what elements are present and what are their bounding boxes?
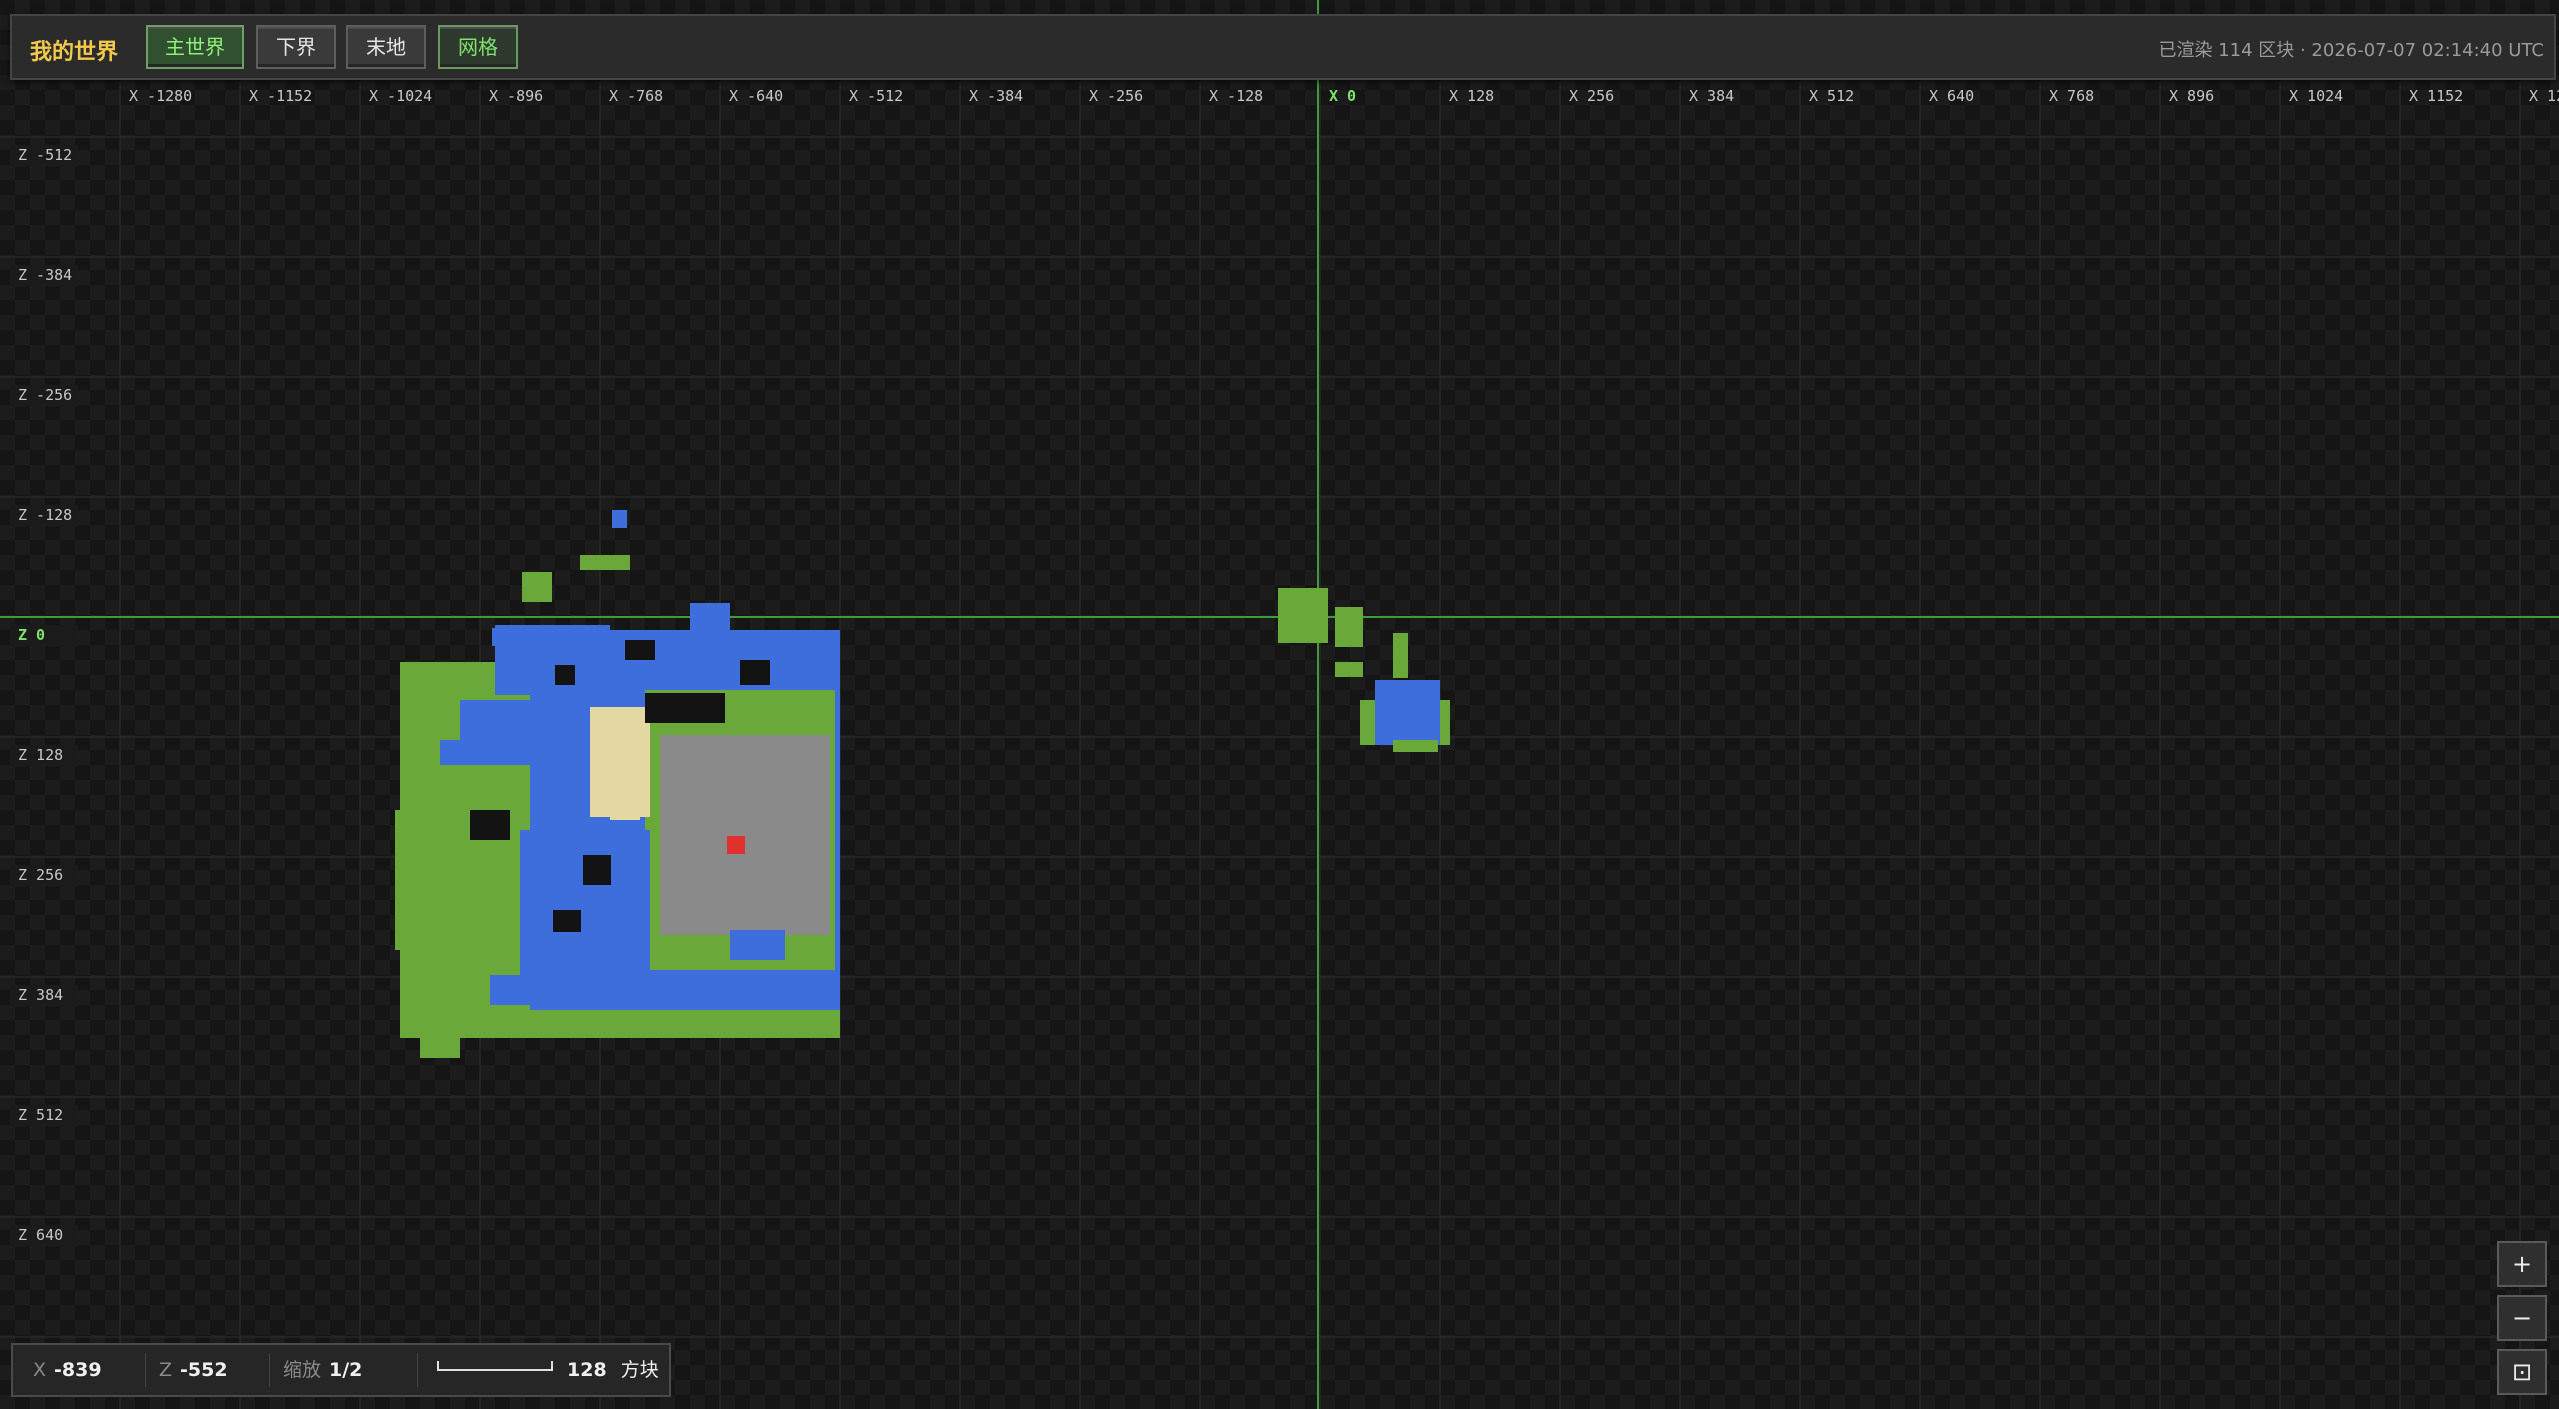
x-axis-label: X 1024 (2289, 87, 2343, 105)
x-axis-label: X 128 (1449, 87, 1494, 105)
scale-readout: 128 方块 (567, 1345, 659, 1395)
divider (417, 1353, 418, 1387)
z-axis-label: Z -256 (18, 386, 72, 404)
tab-the-end[interactable]: 末地 (346, 25, 426, 69)
z-axis-label: Z -384 (18, 266, 72, 284)
render-status: 已渲染 114 区块 · 2026-07-07 02:14:40 UTC (2158, 40, 2544, 61)
x-axis-labels: X -1280 X -1152 X -1024 X -896 X -768 X -640 X… (129, 87, 2559, 105)
zoom-value: 1/2 (329, 1359, 363, 1381)
x-axis-label: X -512 (849, 87, 903, 105)
grass-terrain (580, 555, 630, 570)
water-terrain (612, 510, 627, 528)
grass-terrain (1335, 662, 1363, 677)
grass-terrain (1335, 607, 1363, 647)
zoom-out-button[interactable]: − (2497, 1295, 2547, 1341)
grid-toggle-button[interactable]: 网格 (438, 25, 518, 69)
unrendered-gap (645, 693, 725, 723)
grid-lines (0, 0, 2559, 1409)
x-axis-label: X 896 (2169, 87, 2214, 105)
x-axis-label: X -896 (489, 87, 543, 105)
grass-terrain (420, 1030, 460, 1058)
unrendered-gap (553, 910, 581, 932)
scale-value: 128 (567, 1359, 607, 1381)
x-axis-label: X 1152 (2409, 87, 2463, 105)
x-axis-label: X -768 (609, 87, 663, 105)
grass-terrain (410, 680, 460, 740)
unrendered-gap (470, 810, 510, 840)
divider (145, 1353, 146, 1387)
unrendered-gap (740, 660, 770, 685)
player-marker (727, 836, 745, 854)
water-terrain (690, 603, 730, 633)
z-axis-labels: Z -512 Z -384 Z -256 Z -128 Z 0 Z 128 Z 256 Z 3… (10, 145, 78, 1247)
grass-terrain (1278, 588, 1328, 643)
z-axis-label: Z 512 (18, 1106, 63, 1124)
unrendered-gap (583, 855, 611, 885)
x-axis-label: X -384 (969, 87, 1023, 105)
grass-terrain (395, 810, 425, 950)
scale-bar-graphic (437, 1361, 553, 1371)
x-axis-label: X 256 (1569, 87, 1614, 105)
reset-view-button[interactable]: ⊡ (2497, 1349, 2547, 1395)
z-axis-label: Z 128 (18, 746, 63, 764)
x-axis-label: X 384 (1689, 87, 1734, 105)
zoom-in-button[interactable]: + (2497, 1241, 2547, 1287)
grass-terrain (445, 1000, 490, 1035)
z-axis-label: Z 0 (18, 626, 45, 644)
grass-terrain (1393, 740, 1438, 752)
x-axis-label: X 640 (1929, 87, 1974, 105)
x-axis-label: X 768 (2049, 87, 2094, 105)
unrendered-gap (555, 665, 575, 685)
water-terrain (480, 975, 630, 1005)
x-axis-label: X 512 (1809, 87, 1854, 105)
top-toolbar: 我的世界 主世界 下界 末地 网格 已渲染 114 区块 · 2026-07-0… (10, 14, 2556, 80)
unrendered-gap (625, 640, 655, 660)
map-canvas[interactable]: X -1280 X -1152 X -1024 X -896 X -768 X -640 X… (0, 0, 2559, 1409)
z-axis-label: Z -512 (18, 146, 72, 164)
cursor-x-readout: X -839 (33, 1345, 102, 1395)
tab-nether[interactable]: 下界 (256, 25, 336, 69)
map-view[interactable]: X -1280 X -1152 X -1024 X -896 X -768 X -640 X… (0, 0, 2559, 1409)
coordinate-bar: X -839 Z -552 缩放 1/2 128 方块 (11, 1343, 671, 1397)
x-axis-label: X -640 (729, 87, 783, 105)
z-key: Z (159, 1359, 173, 1381)
zoom-readout: 缩放 1/2 (283, 1345, 362, 1395)
x-axis-label: X 0 (1329, 87, 1356, 105)
x-axis-label: X -1152 (249, 87, 312, 105)
grass-terrain (420, 960, 490, 1000)
tab-overworld[interactable]: 主世界 (146, 25, 244, 69)
z-value: -552 (180, 1359, 228, 1381)
water-terrain (745, 975, 780, 1005)
cursor-z-readout: Z -552 (159, 1345, 228, 1395)
sand-terrain (610, 770, 640, 820)
x-axis-label: X -256 (1089, 87, 1143, 105)
z-axis-label: Z 640 (18, 1226, 63, 1244)
water-terrain (1375, 680, 1440, 745)
scale-unit: 方块 (620, 1359, 659, 1381)
zoom-key: 缩放 (283, 1359, 322, 1381)
water-terrain (492, 628, 537, 646)
world-title: 我的世界 (30, 40, 119, 65)
grass-terrain (1393, 633, 1408, 678)
x-key: X (33, 1359, 47, 1381)
grass-terrain (522, 572, 552, 602)
x-axis-label: X -1024 (369, 87, 432, 105)
stone-terrain (660, 735, 830, 935)
z-axis-label: Z 384 (18, 986, 63, 1004)
divider (269, 1353, 270, 1387)
x-axis-label: X -1280 (129, 87, 192, 105)
x-axis-label: X -128 (1209, 87, 1263, 105)
x-value: -839 (54, 1359, 102, 1381)
z-axis-label: Z -128 (18, 506, 72, 524)
z-axis-label: Z 256 (18, 866, 63, 884)
x-axis-label: X 12 (2529, 87, 2559, 105)
rendered-terrain (395, 510, 1450, 1058)
water-terrain (730, 930, 785, 960)
